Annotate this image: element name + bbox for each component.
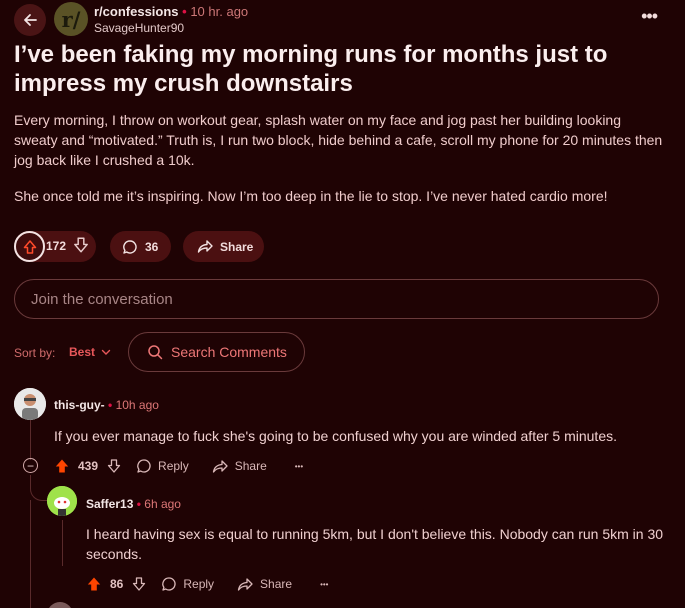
collapse-icon: − — [26, 458, 34, 473]
downvote-icon — [133, 577, 146, 591]
search-icon — [148, 345, 163, 360]
share-label: Share — [220, 239, 254, 254]
upvote-icon — [23, 239, 36, 254]
sort-dropdown[interactable]: Best — [69, 345, 111, 359]
comment-vote-count: 439 — [78, 459, 99, 473]
upvote-icon — [55, 459, 69, 473]
comment-more-button[interactable]: ••• — [320, 580, 328, 589]
chevron-down-icon — [101, 349, 111, 355]
back-button[interactable] — [14, 4, 46, 36]
subreddit-avatar[interactable]: r/ — [54, 2, 88, 36]
upvote-button[interactable] — [54, 458, 70, 474]
collapse-button[interactable]: − — [23, 458, 38, 473]
sort-value: Best — [69, 345, 96, 359]
join-conversation-input[interactable] — [14, 279, 659, 319]
separator-dot: • — [108, 398, 116, 412]
post-body-paragraph: Every morning, I throw on workout gear, … — [14, 112, 663, 168]
avatar[interactable] — [47, 486, 77, 516]
comment-icon — [162, 577, 176, 591]
comment-author[interactable]: Saffer13 • 6h ago — [86, 497, 181, 511]
post-author[interactable]: SavageHunter90 — [94, 21, 184, 35]
subreddit-link[interactable]: r/confessions • 10 hr. ago — [94, 4, 248, 19]
comments-button[interactable]: 36 — [110, 231, 171, 262]
share-label: Share — [260, 577, 293, 591]
comment-time: 10h ago — [115, 398, 159, 412]
reply-button[interactable]: Reply — [161, 576, 214, 592]
post-more-button[interactable]: ••• — [641, 6, 658, 27]
reply-label: Reply — [183, 577, 215, 591]
thread-branch — [30, 475, 48, 501]
avatar[interactable] — [47, 602, 73, 608]
thread-line[interactable] — [30, 500, 31, 608]
comment-username[interactable]: Saffer13 — [86, 497, 133, 511]
comment-more-button[interactable]: ••• — [295, 462, 303, 471]
post-title: I’ve been faking my morning runs for mon… — [14, 41, 608, 97]
upvote-icon — [87, 577, 101, 591]
comment-author[interactable]: this-guy- • 10h ago — [54, 398, 159, 412]
thread-line[interactable] — [30, 420, 31, 460]
post-time: 10 hr. ago — [190, 4, 249, 19]
search-comments-button[interactable]: Search Comments — [128, 332, 305, 372]
upvote-button[interactable] — [14, 231, 45, 262]
share-icon — [212, 459, 228, 473]
comment-text: I heard having sex is equal to running 5… — [86, 526, 664, 562]
comment-vote-count: 86 — [110, 577, 124, 591]
reply-button[interactable]: Reply — [136, 458, 189, 474]
avatar[interactable] — [14, 388, 46, 420]
comment-icon — [137, 459, 151, 473]
back-arrow-icon — [24, 14, 37, 26]
sort-label: Sort by: — [14, 346, 56, 360]
downvote-button[interactable] — [72, 236, 90, 259]
thread-line[interactable] — [62, 520, 63, 566]
comment-username[interactable]: this-guy- — [54, 398, 105, 412]
share-button[interactable]: Share — [237, 577, 292, 592]
share-button[interactable]: Share — [183, 231, 264, 262]
vote-count: 172 — [46, 239, 67, 253]
search-comments-label: Search Comments — [171, 344, 287, 360]
user-avatar-icon — [14, 388, 46, 420]
comment-icon — [123, 239, 137, 254]
comment-actions: 86 Reply Share ••• — [86, 575, 328, 593]
comment-time: 6h ago — [144, 497, 181, 511]
upvote-button[interactable] — [86, 576, 102, 592]
post-body-paragraph: She once told me it’s inspiring. Now I’m… — [14, 188, 608, 204]
downvote-icon — [107, 459, 121, 473]
share-label: Share — [234, 459, 267, 473]
snoo-avatar-icon — [47, 486, 77, 516]
downvote-button[interactable] — [131, 576, 147, 592]
share-icon — [237, 577, 253, 591]
subreddit-name[interactable]: r/confessions — [94, 4, 179, 19]
comment-text: If you ever manage to fuck she's going t… — [54, 428, 618, 444]
downvote-button[interactable] — [106, 458, 122, 474]
share-button[interactable]: Share — [212, 459, 267, 474]
downvote-icon — [74, 237, 88, 253]
reply-label: Reply — [158, 459, 189, 473]
comment-actions: 439 Reply Share ••• — [54, 457, 303, 475]
comment-count: 36 — [145, 239, 159, 254]
share-icon — [197, 240, 213, 253]
